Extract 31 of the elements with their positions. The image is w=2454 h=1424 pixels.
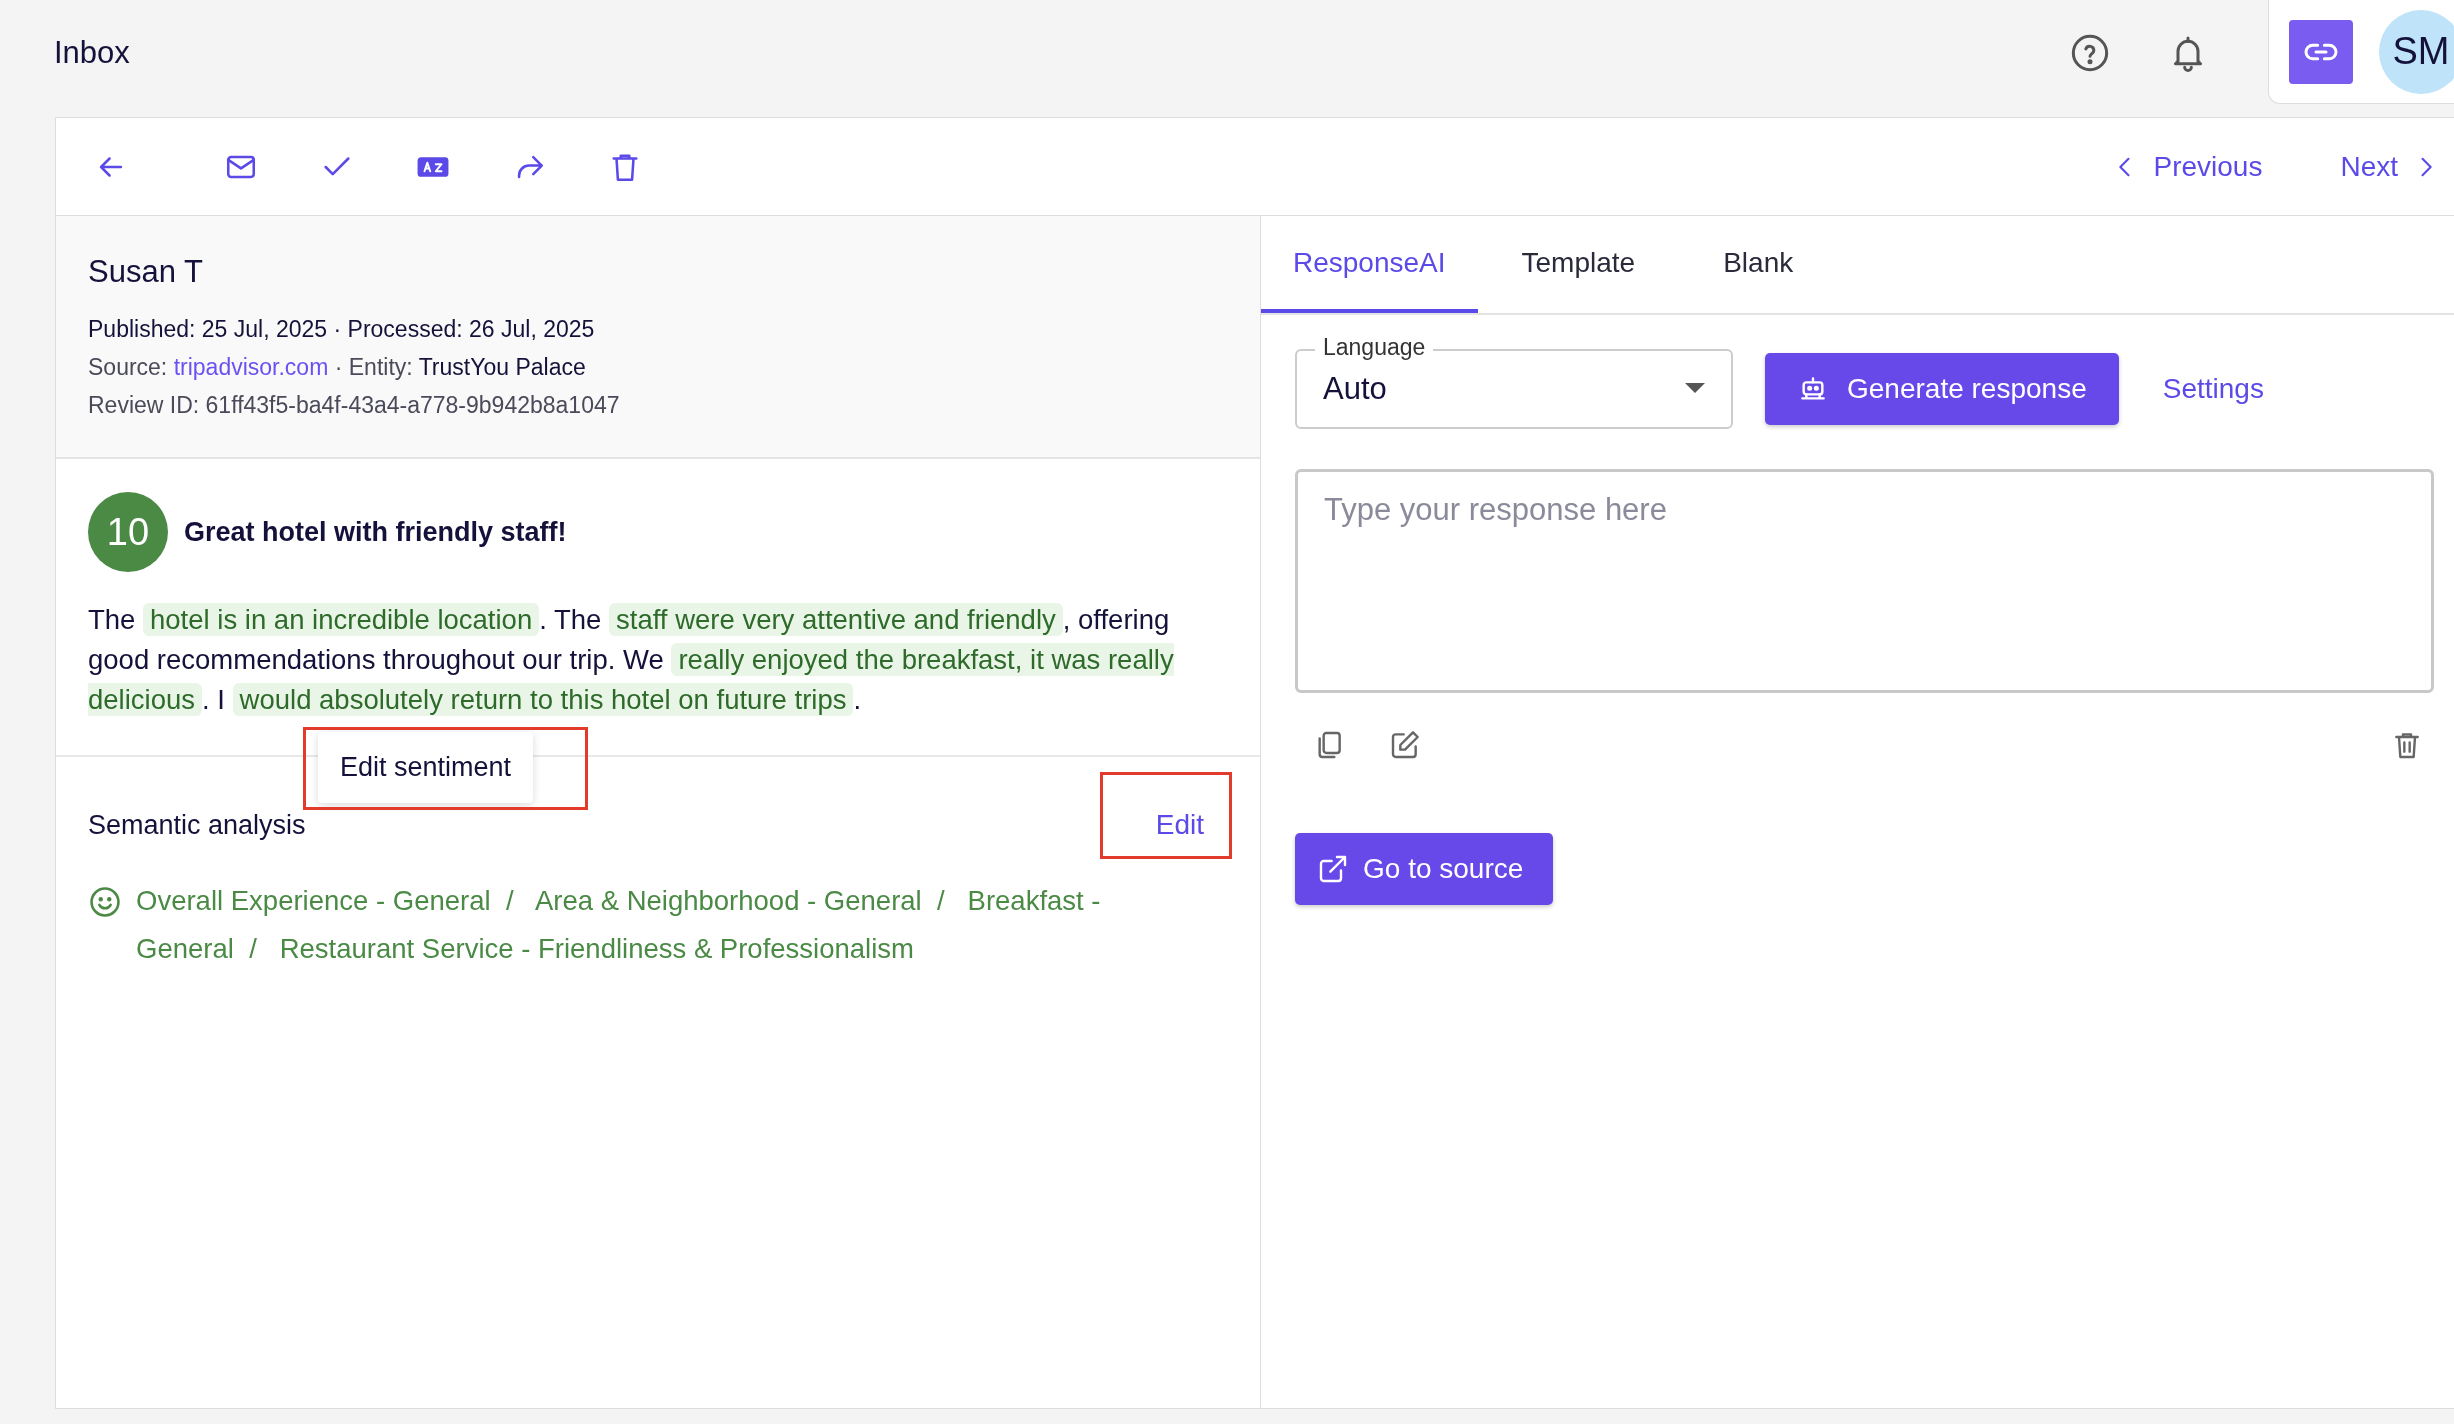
link-button[interactable] (2289, 19, 2353, 84)
meta-text: TrustYou Palace (418, 354, 586, 380)
help-icon[interactable] (2070, 32, 2110, 73)
go-to-source-button[interactable]: Go to source (1295, 833, 1554, 905)
response-field[interactable]: Type your response here (1295, 469, 2434, 693)
tooltip: Edit sentiment (318, 732, 534, 803)
previous-button[interactable]: Previous (2111, 150, 2263, 183)
meta-text: · Entity: (333, 354, 414, 380)
edit-link[interactable]: Edit (1155, 809, 1204, 841)
external-link-icon (1317, 853, 1349, 885)
page-title: Inbox (54, 34, 131, 71)
next-button[interactable]: Next (2340, 150, 2440, 183)
tab[interactable]: ResponseAI (1261, 216, 1478, 313)
source-link[interactable]: tripadvisor.com (173, 354, 329, 380)
meta-text: Source: (88, 354, 169, 380)
settings-link[interactable]: Settings (2162, 373, 2264, 405)
edit-icon[interactable] (1389, 729, 1421, 761)
meta-text: Review ID: 61ff43f5-ba4f-43a4-a778-9b942b8a1047 (88, 392, 620, 418)
tab[interactable]: Template (1477, 216, 1680, 313)
reviewer-name: Susan T (88, 254, 204, 290)
topic-list: Overall Experience - General / Area & Neighborhood - General / Breakfast - General / Restaurant Service - Friendliness & Professionalism (136, 877, 1196, 973)
avatar[interactable]: SM (2379, 9, 2454, 94)
review-title: Great hotel with friendly staff! (184, 516, 567, 548)
section-title: Semantic analysis (88, 809, 306, 841)
review-text: The hotel is in an incredible location . The staff were very attentive and friendly , offering good recommendations throughout our trip. We really enjoyed the breakfast, it was really delicious . I would absolutely return to this hotel on future trips . (88, 602, 1175, 718)
smiley-icon (88, 885, 122, 919)
dropdown-caret-icon (1685, 383, 1705, 395)
meta-text: Published: 25 Jul, 2025 · Processed: 26 Jul, 2025 (88, 316, 595, 342)
generate-response-button[interactable]: Generate response (1765, 353, 2119, 425)
score-badge: 10 (88, 492, 168, 572)
tab[interactable]: Blank (1679, 216, 1838, 313)
